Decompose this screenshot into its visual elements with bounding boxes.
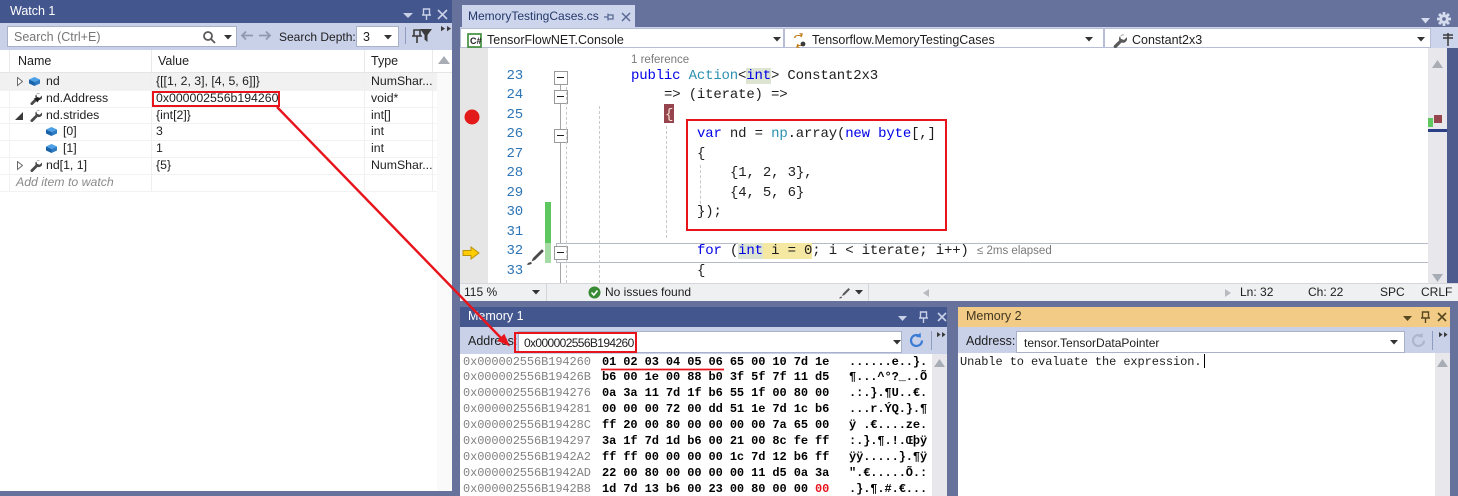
- svg-text:C#: C#: [470, 36, 482, 46]
